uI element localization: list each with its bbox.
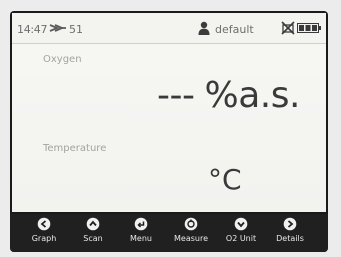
graph-button-label: Graph	[31, 234, 57, 243]
soft-key-bar: Graph Scan Menu Measure O2 Unit Details	[10, 214, 328, 252]
temperature-reading: °C	[208, 163, 242, 196]
o2-unit-button-label: O2 Unit	[225, 234, 257, 243]
circle-arrow-left-icon	[37, 217, 51, 231]
sensor-probe-icon	[49, 24, 66, 32]
user-icon	[198, 21, 210, 35]
circle-arrow-right-icon	[283, 217, 297, 231]
details-button-label: Details	[276, 234, 304, 243]
no-usb-icon	[281, 21, 295, 35]
lcd-display: 14:47 51 default Oxygen --- %a.s. Temper…	[12, 13, 326, 212]
status-time: 14:47	[17, 23, 48, 36]
oxygen-unit: %a.s.	[204, 75, 300, 116]
oxygen-reading: --- %a.s.	[157, 75, 300, 116]
circle-arrow-up-icon	[86, 217, 100, 231]
graph-button[interactable]: Graph	[22, 217, 66, 251]
oxygen-value: ---	[157, 75, 195, 116]
device-screen: 14:47 51 default Oxygen --- %a.s. Temper…	[10, 11, 328, 252]
menu-button[interactable]: Menu	[119, 217, 163, 251]
scan-button-label: Scan	[83, 234, 103, 243]
battery-icon	[297, 23, 321, 33]
user-name: default	[215, 23, 254, 36]
circle-measure-icon	[184, 217, 198, 231]
temperature-label: Temperature	[43, 143, 107, 154]
o2-unit-button[interactable]: O2 Unit	[219, 217, 263, 251]
circle-return-icon	[134, 217, 148, 231]
status-bar: 14:47 51 default	[12, 13, 326, 44]
measure-button-label: Measure	[174, 234, 208, 243]
scan-button[interactable]: Scan	[71, 217, 115, 251]
menu-button-label: Menu	[130, 234, 152, 243]
device-bezel: 14:47 51 default Oxygen --- %a.s. Temper…	[0, 0, 341, 257]
sensor-number: 51	[69, 23, 83, 36]
circle-arrow-down-icon	[234, 217, 248, 231]
measure-button[interactable]: Measure	[169, 217, 213, 251]
oxygen-label: Oxygen	[43, 54, 82, 65]
details-button[interactable]: Details	[268, 217, 312, 251]
temperature-unit: °C	[208, 163, 242, 196]
